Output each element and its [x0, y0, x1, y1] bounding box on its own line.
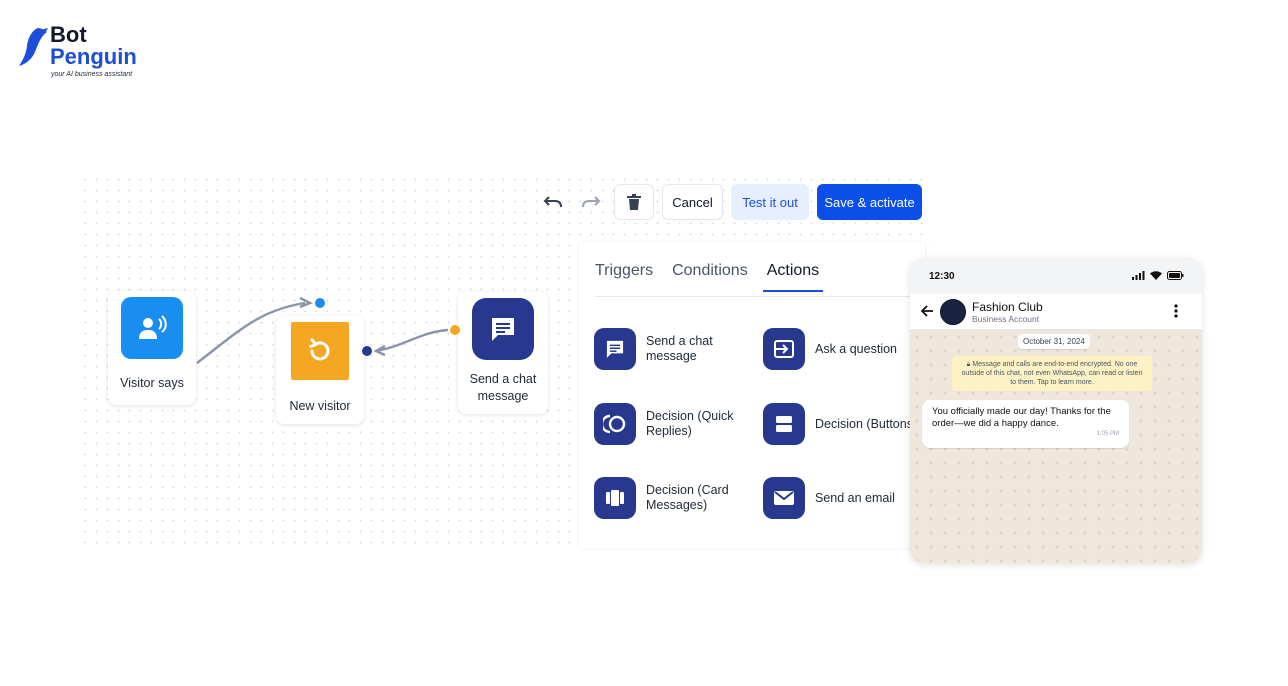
flow-node-new-visitor[interactable]: New visitor [276, 316, 364, 424]
action-label: Send a chat message [646, 334, 713, 363]
tabs-divider [595, 296, 925, 297]
cancel-button[interactable]: Cancel [662, 184, 723, 220]
trash-icon [627, 194, 641, 210]
contact-subtitle: Business Account [972, 314, 1040, 324]
action-send-email[interactable]: Send an email [763, 477, 915, 519]
kebab-menu-icon[interactable] [1174, 304, 1178, 318]
chat-message-icon [594, 328, 636, 370]
action-send-chat-message[interactable]: Send a chat message [594, 328, 726, 370]
contact-avatar[interactable] [940, 299, 966, 325]
action-label: Decision (Buttons) [815, 416, 918, 431]
tab-triggers[interactable]: Triggers [595, 262, 653, 292]
cards-icon [594, 477, 636, 519]
flow-node-send-chat-message[interactable]: Send a chat message [458, 292, 548, 414]
node-label: Send a chat message [470, 371, 537, 405]
chat-header: Fashion Club Business Account [910, 294, 1202, 330]
message-bubble[interactable]: You officially made our day! Thanks for … [922, 400, 1129, 448]
tab-actions[interactable]: Actions [762, 262, 824, 292]
encryption-text: Message and calls are end-to-end encrypt… [961, 361, 1143, 386]
contact-name[interactable]: Fashion Club [972, 300, 1043, 314]
connection-dot-output[interactable] [362, 346, 372, 356]
action-decision-buttons[interactable]: Decision (Buttons) [763, 403, 918, 445]
brand-tagline: your AI business assistant [51, 71, 133, 78]
editor-toolbar: Cancel Test it out Save & activate [538, 184, 922, 220]
encryption-notice[interactable]: 🔒︎ Message and calls are end-to-end encr… [952, 356, 1152, 391]
brand-logo: Bot Penguin your AI business assistant [18, 24, 148, 84]
phone-status-bar: 12:30 [910, 258, 1202, 294]
refresh-icon [291, 322, 349, 380]
connection-dot-input[interactable] [450, 325, 460, 335]
battery-icon [1167, 271, 1184, 280]
quick-replies-icon [594, 403, 636, 445]
node-label-line1: Send a chat [469, 372, 537, 386]
action-label: Decision (Card Messages) [646, 483, 729, 512]
whatsapp-phone-preview: 12:30 Fashion Club Business Account Octo… [910, 258, 1202, 563]
penguin-logo-icon [19, 28, 48, 66]
signal-icon [1132, 271, 1145, 280]
node-label-line2: message [477, 389, 529, 403]
node-label: Visitor says [120, 376, 184, 390]
back-arrow-icon[interactable] [920, 304, 934, 318]
action-label: Send an email [815, 490, 895, 505]
chat-body: October 31, 2024 🔒︎ Message and calls ar… [910, 330, 1202, 563]
action-label: Decision (Quick Replies) [646, 409, 734, 438]
connection-dot-input[interactable] [315, 298, 325, 308]
email-icon [763, 477, 805, 519]
undo-icon[interactable] [538, 187, 568, 217]
input-arrow-icon [763, 328, 805, 370]
buttons-icon [763, 403, 805, 445]
chat-message-icon [472, 298, 534, 360]
action-decision-card-messages[interactable]: Decision (Card Messages) [594, 477, 732, 519]
message-text: You officially made our day! Thanks for … [932, 406, 1111, 429]
node-label: New visitor [289, 399, 351, 413]
voice-user-icon [121, 297, 183, 359]
panel-tabs: Triggers Conditions Actions [595, 262, 824, 292]
save-activate-button[interactable]: Save & activate [817, 184, 922, 220]
brand-name-bot: Bot [50, 22, 87, 47]
flow-node-visitor-says[interactable]: Visitor says [108, 291, 196, 405]
delete-button[interactable] [614, 184, 654, 220]
node-picker-panel: Triggers Conditions Actions Send a chat … [579, 242, 925, 548]
test-it-out-button[interactable]: Test it out [731, 184, 809, 220]
brand-name-penguin: Penguin [50, 44, 137, 69]
status-icons [1132, 271, 1184, 280]
action-label: Ask a question [815, 341, 897, 356]
redo-icon[interactable] [576, 187, 606, 217]
date-chip: October 31, 2024 [1018, 334, 1090, 349]
tab-conditions[interactable]: Conditions [672, 262, 748, 292]
wifi-icon [1150, 271, 1162, 280]
action-decision-quick-replies[interactable]: Decision (Quick Replies) [594, 403, 738, 445]
action-ask-question[interactable]: Ask a question [763, 328, 915, 370]
status-time: 12:30 [929, 271, 955, 282]
